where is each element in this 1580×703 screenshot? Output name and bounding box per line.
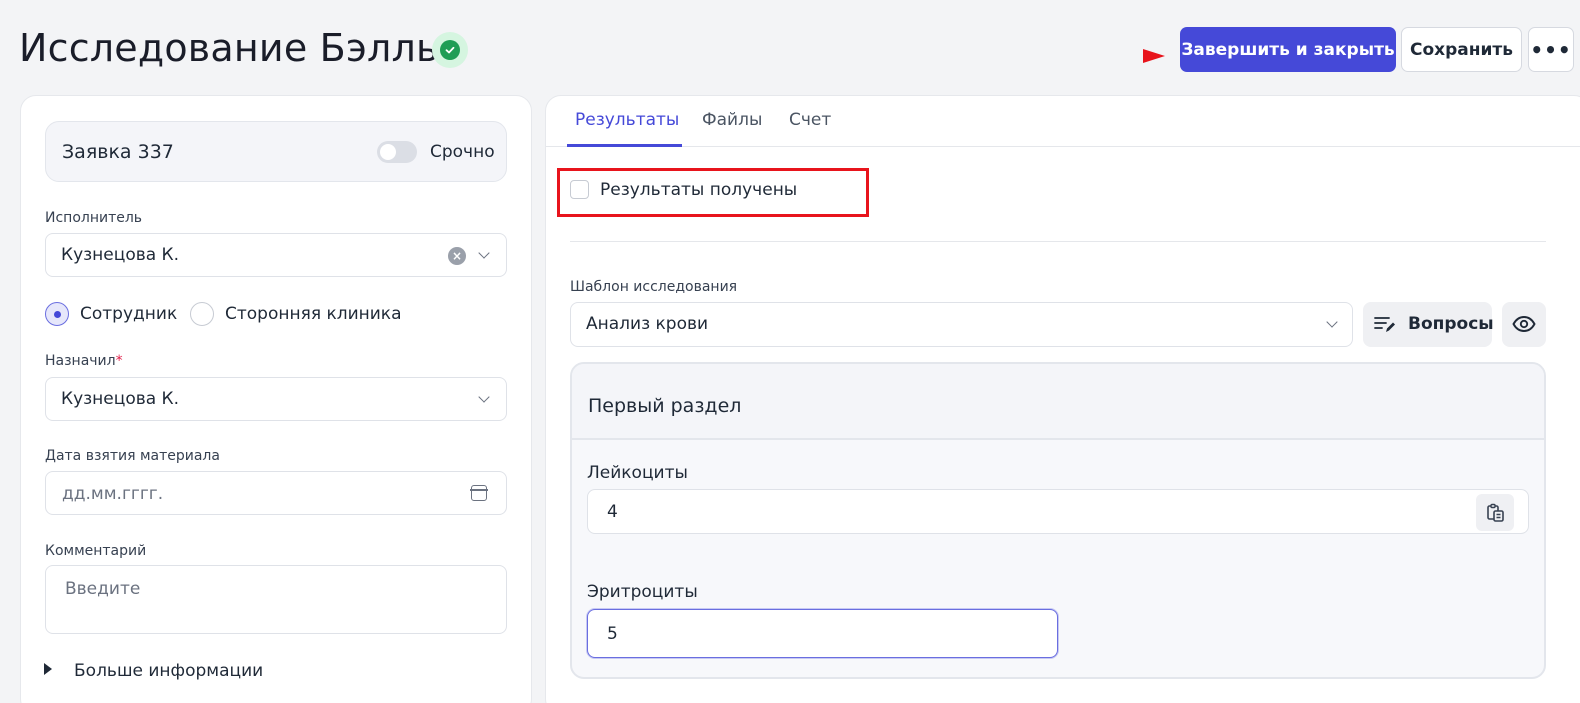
leukocytes-input[interactable]: 4 xyxy=(587,489,1529,534)
caret-right-icon xyxy=(44,663,52,675)
questions-label: Вопросы xyxy=(1408,314,1494,334)
page-title: Исследование Бэлль xyxy=(19,26,439,70)
leukocytes-label: Лейкоциты xyxy=(587,463,688,483)
urgent-label: Срочно xyxy=(430,142,495,162)
finish-and-close-button[interactable]: Завершить и закрыть xyxy=(1180,27,1396,72)
date-label: Дата взятия материала xyxy=(45,448,220,464)
template-value: Анализ крови xyxy=(586,314,709,334)
erythrocytes-input[interactable]: 5 xyxy=(587,609,1058,658)
order-title: Заявка 337 xyxy=(62,141,174,163)
radio-employee-label: Сотрудник xyxy=(80,304,178,324)
erythrocytes-value: 5 xyxy=(607,624,618,644)
date-input[interactable]: дд.мм.гггг. xyxy=(45,471,507,515)
template-label: Шаблон исследования xyxy=(570,279,738,295)
tab-invoice[interactable]: Счет xyxy=(789,110,831,130)
questions-button[interactable]: Вопросы xyxy=(1363,302,1494,347)
radio-external-label: Сторонняя клиника xyxy=(225,304,402,324)
leukocytes-value: 4 xyxy=(607,502,618,522)
copy-button[interactable] xyxy=(1476,494,1514,531)
preview-button[interactable] xyxy=(1502,302,1546,347)
comment-label: Комментарий xyxy=(45,543,147,559)
divider xyxy=(570,241,1546,242)
comment-placeholder: Введите xyxy=(65,579,141,599)
required-mark: * xyxy=(115,353,123,369)
red-arrow-annotation xyxy=(1143,49,1165,63)
more-info-toggle[interactable]: Больше информации xyxy=(44,661,263,681)
radio-external-clinic[interactable] xyxy=(190,302,214,326)
toggle-knob xyxy=(380,144,396,160)
executor-label: Исполнитель xyxy=(45,210,143,226)
check-icon xyxy=(440,40,460,60)
chevron-down-icon[interactable] xyxy=(478,391,490,403)
tab-files[interactable]: Файлы xyxy=(702,110,762,130)
eye-icon xyxy=(1512,316,1536,332)
executor-select[interactable]: Кузнецова К. × xyxy=(45,233,507,277)
results-received-label: Результаты получены xyxy=(600,180,798,200)
edit-list-icon xyxy=(1374,317,1395,332)
section-header: Первый раздел xyxy=(572,364,1544,440)
status-badge xyxy=(432,32,468,68)
active-tab-indicator xyxy=(567,144,682,147)
clear-icon[interactable]: × xyxy=(448,247,466,265)
more-icon: ••• xyxy=(1530,37,1572,62)
assigned-label: Назначил* xyxy=(45,353,123,369)
executor-value: Кузнецова К. xyxy=(61,245,180,265)
comment-textarea[interactable]: Введите xyxy=(45,565,507,634)
results-received-checkbox[interactable] xyxy=(570,180,589,199)
assigned-label-text: Назначил xyxy=(45,353,116,369)
chevron-down-icon[interactable] xyxy=(478,247,490,259)
erythrocytes-label: Эритроциты xyxy=(587,582,698,602)
save-button[interactable]: Сохранить xyxy=(1401,27,1522,72)
more-info-label: Больше информации xyxy=(74,661,264,681)
tab-results[interactable]: Результаты xyxy=(575,110,679,130)
calendar-icon[interactable] xyxy=(470,485,488,501)
urgent-toggle[interactable] xyxy=(377,141,417,163)
date-placeholder: дд.мм.гггг. xyxy=(62,484,164,504)
radio-employee[interactable] xyxy=(45,302,69,326)
order-header: Заявка 337 Срочно xyxy=(45,121,507,182)
assigned-value: Кузнецова К. xyxy=(61,389,180,409)
chevron-down-icon[interactable] xyxy=(1326,316,1338,328)
more-options-button[interactable]: ••• xyxy=(1528,27,1574,72)
template-select[interactable]: Анализ крови xyxy=(570,302,1353,347)
section-title: Первый раздел xyxy=(588,395,742,417)
clipboard-icon xyxy=(1487,503,1504,522)
assigned-select[interactable]: Кузнецова К. xyxy=(45,377,507,421)
